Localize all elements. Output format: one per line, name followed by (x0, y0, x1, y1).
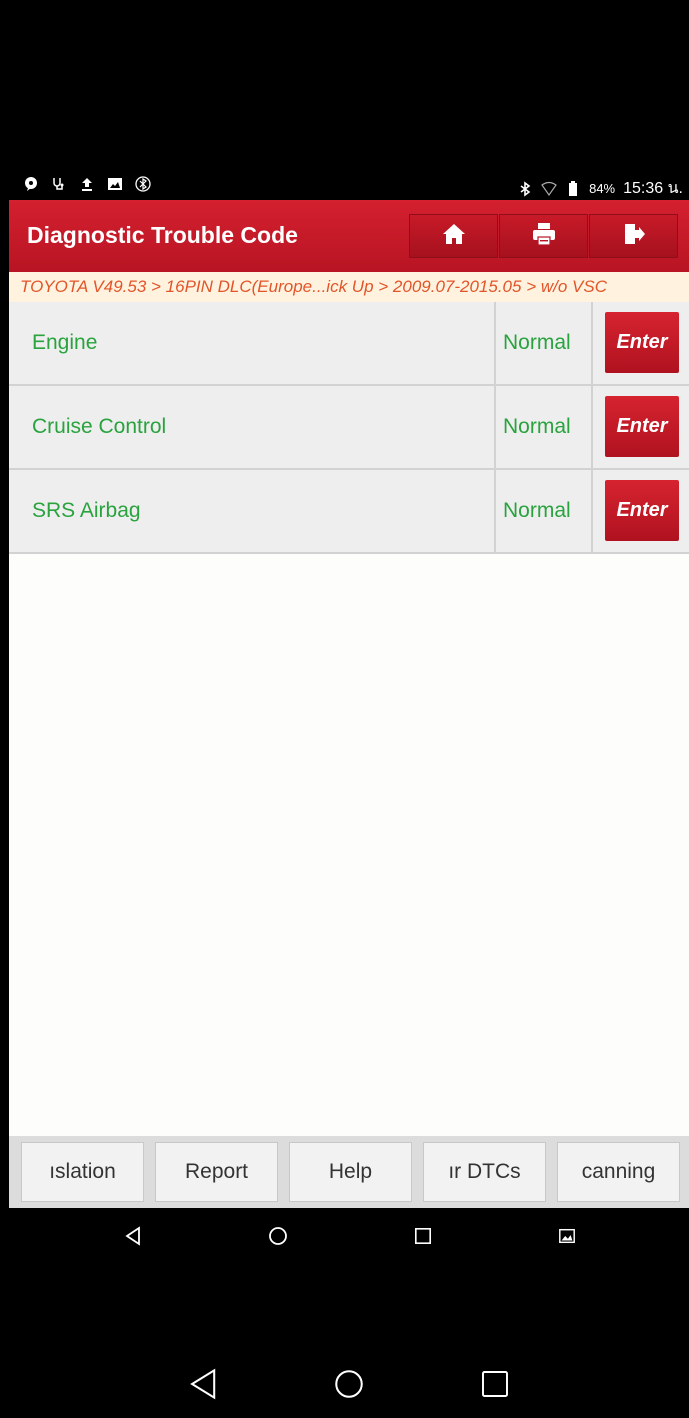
recents-icon[interactable] (409, 1222, 437, 1250)
clear-dtcs-button[interactable]: ır DTCs (423, 1142, 546, 1202)
status-bar: 84% 15:36 น. (9, 172, 689, 200)
stethoscope-icon (51, 176, 67, 192)
status-right-icons: 84% 15:36 น. (517, 176, 683, 201)
system-status: Normal (494, 302, 593, 384)
translation-button[interactable]: ıslation (21, 1142, 144, 1202)
back-icon[interactable] (184, 1364, 224, 1404)
system-status: Normal (494, 386, 593, 468)
bluetooth-circle-icon (135, 176, 151, 192)
system-name: Cruise Control (32, 415, 167, 438)
scanning-button[interactable]: canning (557, 1142, 680, 1202)
app-header: Diagnostic Trouble Code (9, 200, 689, 272)
bottom-toolbar: ıslation Report Help ır DTCs canning (9, 1136, 689, 1208)
home-circle-icon[interactable] (264, 1222, 292, 1250)
screenshot-icon[interactable] (553, 1222, 581, 1250)
list-item-srs-airbag: SRS Airbag Normal Enter (9, 470, 689, 554)
home-circle-icon[interactable] (329, 1364, 369, 1404)
inner-nav-bar (9, 1208, 689, 1264)
device-screen: 84% 15:36 น. Diagnostic Trouble Code TOY… (9, 0, 689, 1418)
help-button[interactable]: Help (289, 1142, 412, 1202)
wifi-icon (541, 181, 557, 197)
image-icon (107, 176, 123, 192)
home-button[interactable] (409, 214, 498, 258)
battery-percent: 84% (589, 181, 616, 196)
system-status: Normal (494, 470, 593, 552)
page-title: Diagnostic Trouble Code (27, 222, 298, 248)
list-item-cruise-control: Cruise Control Normal Enter (9, 386, 689, 470)
system-nav-bar (9, 1350, 689, 1418)
enter-button[interactable]: Enter (605, 480, 679, 541)
enter-button[interactable]: Enter (605, 396, 679, 457)
exit-icon (621, 221, 647, 252)
system-name: Engine (32, 331, 98, 354)
system-name: SRS Airbag (32, 499, 141, 522)
list-item-engine: Engine Normal Enter (9, 302, 689, 386)
enter-button[interactable]: Enter (605, 312, 679, 373)
breadcrumb: TOYOTA V49.53 > 16PIN DLC(Europe...ick U… (9, 272, 689, 302)
clock: 15:36 น. (623, 180, 683, 197)
home-icon (441, 221, 467, 252)
print-button[interactable] (499, 214, 588, 258)
upload-icon (79, 176, 95, 192)
battery-icon (565, 180, 581, 197)
back-icon[interactable] (119, 1222, 147, 1250)
report-button[interactable]: Report (155, 1142, 278, 1202)
bluetooth-icon (517, 180, 533, 197)
exit-button[interactable] (589, 214, 678, 258)
status-left-icons (23, 176, 151, 192)
system-list: Engine Normal Enter Cruise Control Norma… (9, 302, 689, 1136)
print-icon (531, 221, 557, 252)
chat-icon (23, 176, 39, 192)
recents-icon[interactable] (475, 1364, 515, 1404)
